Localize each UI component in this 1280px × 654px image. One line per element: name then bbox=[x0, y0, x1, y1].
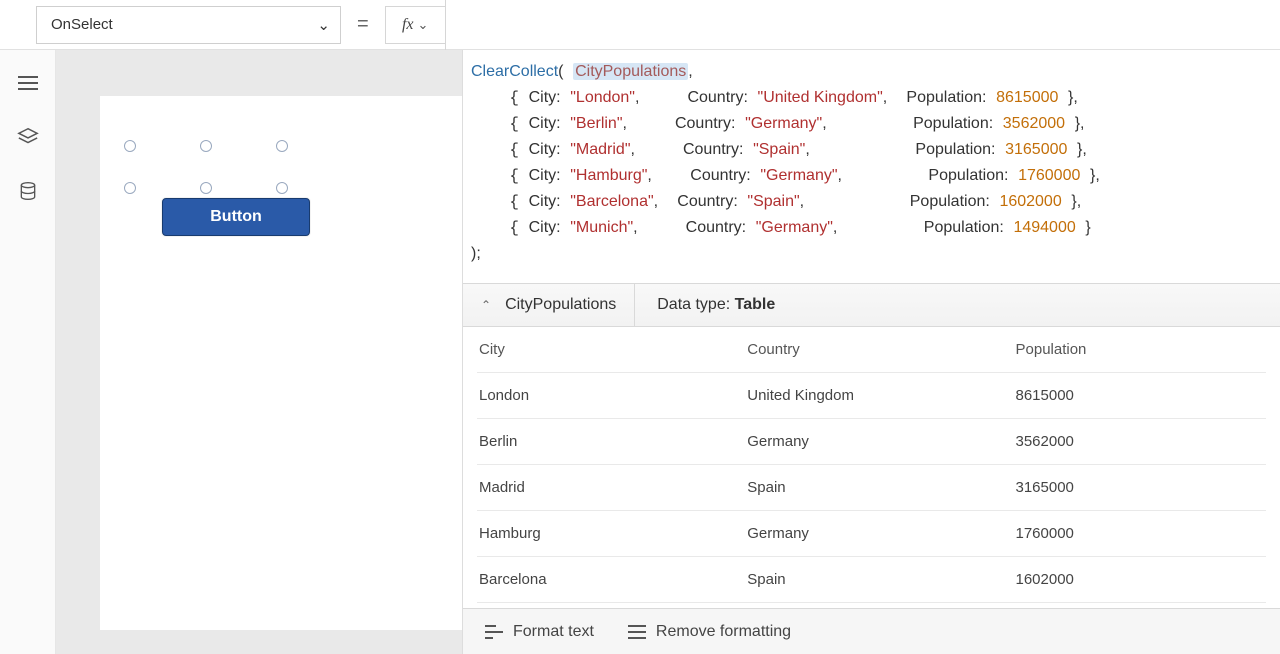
remove-formatting-icon bbox=[628, 625, 646, 639]
artboard[interactable]: Button bbox=[100, 96, 462, 630]
table-cell: United Kingdom bbox=[745, 373, 1013, 419]
table-cell: Spain bbox=[745, 557, 1013, 603]
collection-toggle[interactable]: ⌃ CityPopulations bbox=[463, 284, 635, 326]
table-row[interactable]: BerlinGermany3562000 bbox=[477, 419, 1266, 465]
table-cell: London bbox=[477, 373, 745, 419]
chevron-down-icon: ⌄ bbox=[317, 16, 330, 34]
table-row[interactable]: BarcelonaSpain1602000 bbox=[477, 557, 1266, 603]
resize-handle[interactable] bbox=[276, 182, 288, 194]
table-row[interactable]: LondonUnited Kingdom8615000 bbox=[477, 373, 1266, 419]
format-text-button[interactable]: Format text bbox=[485, 623, 594, 641]
right-panel: ClearCollect( CityPopulations, { City: "… bbox=[462, 50, 1280, 654]
table-cell: 1602000 bbox=[1014, 557, 1267, 603]
table-cell: Berlin bbox=[477, 419, 745, 465]
table-header-cell[interactable]: City bbox=[477, 327, 745, 373]
resize-handle[interactable] bbox=[200, 140, 212, 152]
table-row[interactable]: HamburgGermany1760000 bbox=[477, 511, 1266, 557]
format-text-label: Format text bbox=[513, 623, 594, 641]
resize-handle[interactable] bbox=[276, 140, 288, 152]
layers-icon[interactable] bbox=[17, 126, 39, 148]
table-header-cell[interactable]: Population bbox=[1014, 327, 1267, 373]
footer-bar: Format text Remove formatting bbox=[463, 608, 1280, 654]
collection-name: CityPopulations bbox=[505, 296, 616, 314]
table-cell: Barcelona bbox=[477, 557, 745, 603]
data-table: CityCountryPopulation LondonUnited Kingd… bbox=[463, 327, 1280, 608]
formula-editor[interactable]: ClearCollect( CityPopulations, { City: "… bbox=[463, 50, 1280, 283]
table-cell: Spain bbox=[745, 465, 1013, 511]
equals-label: = bbox=[357, 13, 369, 36]
table-cell: Hamburg bbox=[477, 511, 745, 557]
resize-handle[interactable] bbox=[124, 140, 136, 152]
property-selector[interactable]: OnSelect ⌄ bbox=[36, 6, 341, 44]
formula-editor-top-strip[interactable] bbox=[445, 0, 1280, 50]
table-header-row: CityCountryPopulation bbox=[477, 327, 1266, 373]
table-cell: Germany bbox=[745, 511, 1013, 557]
selection-wrapper: Button bbox=[130, 146, 282, 188]
property-name: OnSelect bbox=[51, 16, 113, 33]
resize-handle[interactable] bbox=[200, 182, 212, 194]
format-text-icon bbox=[485, 625, 503, 639]
table-body: LondonUnited Kingdom8615000BerlinGermany… bbox=[477, 373, 1266, 603]
table-row[interactable]: MadridSpain3165000 bbox=[477, 465, 1266, 511]
datatype-label: Data type: bbox=[657, 296, 734, 313]
canvas-button-label: Button bbox=[210, 208, 262, 226]
datatype-bar: ⌃ CityPopulations Data type: Table bbox=[463, 283, 1280, 327]
canvas-button-control[interactable]: Button bbox=[162, 198, 310, 236]
table-cell: 3562000 bbox=[1014, 419, 1267, 465]
fx-button[interactable]: fx ⌄ bbox=[385, 6, 445, 44]
left-sidebar bbox=[0, 50, 56, 654]
table-cell: 3165000 bbox=[1014, 465, 1267, 511]
database-icon[interactable] bbox=[17, 180, 39, 202]
remove-formatting-label: Remove formatting bbox=[656, 623, 791, 641]
chevron-up-icon: ⌃ bbox=[481, 298, 491, 312]
hamburger-icon[interactable] bbox=[17, 72, 39, 94]
table-cell: Germany bbox=[745, 419, 1013, 465]
table-cell: 8615000 bbox=[1014, 373, 1267, 419]
datatype-label-wrap: Data type: Table bbox=[635, 296, 797, 314]
remove-formatting-button[interactable]: Remove formatting bbox=[628, 623, 791, 641]
formula-bar: OnSelect ⌄ = fx ⌄ bbox=[0, 0, 1280, 50]
table-cell: 1760000 bbox=[1014, 511, 1267, 557]
table-header-cell[interactable]: Country bbox=[745, 327, 1013, 373]
datatype-value: Table bbox=[735, 296, 776, 313]
fx-label: fx bbox=[402, 16, 414, 34]
resize-handle[interactable] bbox=[124, 182, 136, 194]
table-cell: Madrid bbox=[477, 465, 745, 511]
chevron-down-icon: ⌄ bbox=[418, 17, 429, 33]
canvas-area[interactable]: Button bbox=[56, 50, 462, 654]
